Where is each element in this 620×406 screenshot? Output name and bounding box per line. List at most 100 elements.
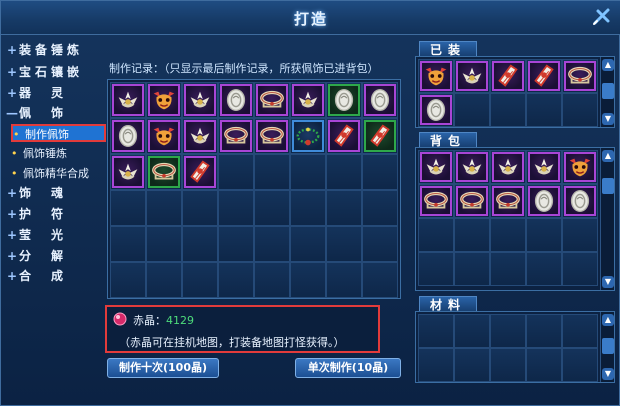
record-slot[interactable] (290, 190, 326, 226)
bag-slot[interactable] (454, 184, 490, 218)
bag-slot[interactable] (490, 218, 526, 252)
bag-slot[interactable] (526, 252, 562, 286)
record-slot[interactable] (218, 154, 254, 190)
record-slot[interactable] (110, 190, 146, 226)
record-slot[interactable] (254, 262, 290, 298)
equipped-slot[interactable] (418, 93, 454, 127)
record-slot[interactable] (326, 226, 362, 262)
bag-slot[interactable] (454, 218, 490, 252)
materials-slot[interactable] (454, 348, 490, 382)
record-slot[interactable] (362, 154, 398, 190)
equipped-slot[interactable] (526, 59, 562, 93)
bracelet-icon[interactable] (256, 84, 288, 116)
bag-slot[interactable] (526, 184, 562, 218)
record-slot[interactable] (254, 190, 290, 226)
scroll-up-icon[interactable]: ▲ (602, 150, 614, 162)
bracelet-icon[interactable] (456, 186, 488, 216)
record-slot[interactable] (290, 226, 326, 262)
tab-materials[interactable]: 材料 (419, 296, 477, 312)
materials-slot[interactable] (526, 314, 562, 348)
materials-slot[interactable] (562, 348, 598, 382)
materials-slot[interactable] (418, 348, 454, 382)
bag-slot[interactable] (526, 150, 562, 184)
demon-mask-icon[interactable] (148, 120, 180, 152)
record-slot[interactable] (362, 226, 398, 262)
materials-slot[interactable] (418, 314, 454, 348)
sidebar-subitem-accessory-forging[interactable]: • 佩饰锤炼 (11, 145, 106, 163)
equipped-scrollbar[interactable]: ▲ ▼ (600, 57, 614, 127)
jade-pendant-icon[interactable] (328, 84, 360, 116)
record-slot[interactable] (110, 154, 146, 190)
sidebar-item-amulet[interactable]: + 护 符 (5, 205, 103, 224)
jade-pendant-icon[interactable] (220, 84, 252, 116)
record-slot[interactable] (326, 262, 362, 298)
record-slot[interactable] (218, 82, 254, 118)
lotus-ornament-icon[interactable] (112, 84, 144, 116)
bag-slot[interactable] (418, 252, 454, 286)
materials-slot[interactable] (526, 348, 562, 382)
bag-slot[interactable] (454, 150, 490, 184)
record-slot[interactable] (254, 154, 290, 190)
craft-once-button[interactable]: 单次制作(10晶) (295, 358, 401, 378)
record-slot[interactable] (254, 82, 290, 118)
record-slot[interactable] (290, 118, 326, 154)
jade-pendant-icon[interactable] (364, 84, 396, 116)
record-slot[interactable] (182, 262, 218, 298)
record-slot[interactable] (146, 82, 182, 118)
bag-slot[interactable] (562, 218, 598, 252)
scroll-up-icon[interactable]: ▲ (602, 59, 614, 71)
demon-mask-icon[interactable] (420, 61, 452, 91)
materials-slot[interactable] (562, 314, 598, 348)
red-talisman-icon[interactable] (528, 61, 560, 91)
record-slot[interactable] (218, 262, 254, 298)
record-slot[interactable] (182, 82, 218, 118)
record-slot[interactable] (146, 154, 182, 190)
bag-slot[interactable] (562, 184, 598, 218)
record-slot[interactable] (218, 226, 254, 262)
bracelet-icon[interactable] (256, 120, 288, 152)
bag-slot[interactable] (454, 252, 490, 286)
record-slot[interactable] (182, 154, 218, 190)
record-slot[interactable] (182, 190, 218, 226)
materials-slot[interactable] (490, 348, 526, 382)
bag-slot[interactable] (526, 218, 562, 252)
sidebar-subitem-essence-synthesis[interactable]: • 佩饰精华合成 (11, 165, 106, 183)
equipped-slot[interactable] (490, 93, 526, 127)
red-talisman-icon[interactable] (492, 61, 524, 91)
materials-scrollbar[interactable]: ▲ ▼ (600, 312, 614, 382)
record-slot[interactable] (326, 118, 362, 154)
jade-pendant-icon[interactable] (528, 186, 560, 216)
record-slot[interactable] (110, 262, 146, 298)
sidebar-item-gem-inlay[interactable]: + 宝石镶嵌 (5, 63, 103, 82)
record-slot[interactable] (362, 82, 398, 118)
red-talisman-icon[interactable] (184, 156, 216, 188)
bag-slot[interactable] (418, 150, 454, 184)
record-slot[interactable] (218, 190, 254, 226)
record-slot[interactable] (110, 226, 146, 262)
sidebar-item-equipment-forging[interactable]: + 装备锤炼 (5, 41, 103, 60)
bag-slot[interactable] (418, 184, 454, 218)
beaded-necklace-icon[interactable] (292, 120, 324, 152)
record-slot[interactable] (362, 190, 398, 226)
equipped-slot[interactable] (454, 59, 490, 93)
jade-pendant-icon[interactable] (420, 95, 452, 125)
equipped-slot[interactable] (562, 93, 598, 127)
scroll-down-icon[interactable]: ▼ (602, 368, 614, 380)
bag-slot[interactable] (490, 184, 526, 218)
sidebar-item-decompose[interactable]: + 分 解 (5, 247, 103, 266)
sidebar-item-glow[interactable]: + 莹 光 (5, 226, 103, 245)
scroll-down-icon[interactable]: ▼ (602, 113, 614, 125)
record-slot[interactable] (146, 226, 182, 262)
lotus-ornament-icon[interactable] (112, 156, 144, 188)
lotus-ornament-icon[interactable] (184, 120, 216, 152)
scroll-thumb[interactable] (602, 338, 614, 354)
record-slot[interactable] (218, 118, 254, 154)
materials-slot[interactable] (490, 314, 526, 348)
record-slot[interactable] (326, 190, 362, 226)
sidebar-item-artifact-spirit[interactable]: + 器 灵 (5, 84, 103, 103)
demon-mask-icon[interactable] (564, 152, 596, 182)
scroll-up-icon[interactable]: ▲ (602, 314, 614, 326)
lotus-ornament-icon[interactable] (492, 152, 524, 182)
craft-ten-button[interactable]: 制作十次(100晶) (107, 358, 219, 378)
jade-pendant-icon[interactable] (564, 186, 596, 216)
